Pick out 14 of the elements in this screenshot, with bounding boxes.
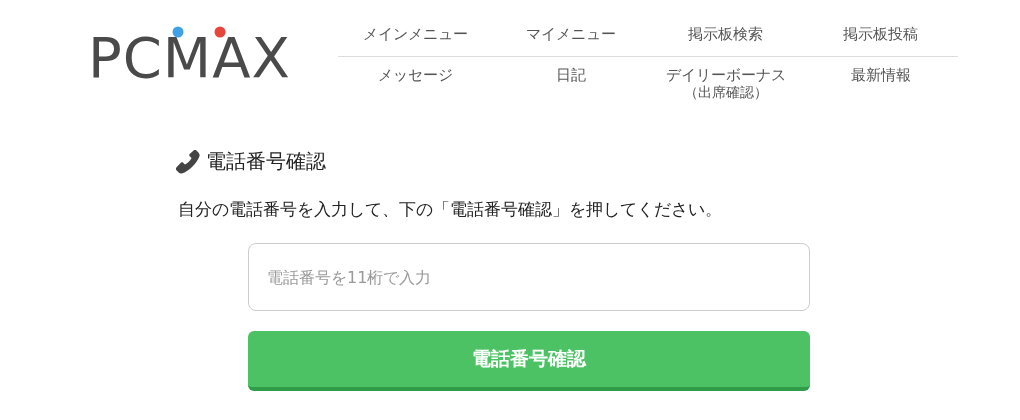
instruction-text: 自分の電話番号を入力して、下の「電話番号確認」を押してください。 [178,199,723,221]
nav-link[interactable]: 日記 [493,57,648,101]
nav-link[interactable]: 掲示板検索 [648,18,803,57]
page-heading: 電話番号確認 [206,148,326,175]
nav-link[interactable]: デイリーボーナス （出席確認） [648,57,803,101]
logo[interactable]: PCMAX [88,30,291,86]
logo-dots-icon [172,26,226,38]
nav-link[interactable]: 掲示板投稿 [803,18,958,57]
nav-link[interactable]: メインメニュー [338,18,493,57]
phone-number-field[interactable]: 電話番号を11桁で入力 [248,243,810,311]
phone-icon [176,149,200,174]
nav-link[interactable]: マイメニュー [493,18,648,57]
nav-link[interactable]: 最新情報 [803,57,958,101]
nav-link[interactable]: メッセージ [338,57,493,101]
